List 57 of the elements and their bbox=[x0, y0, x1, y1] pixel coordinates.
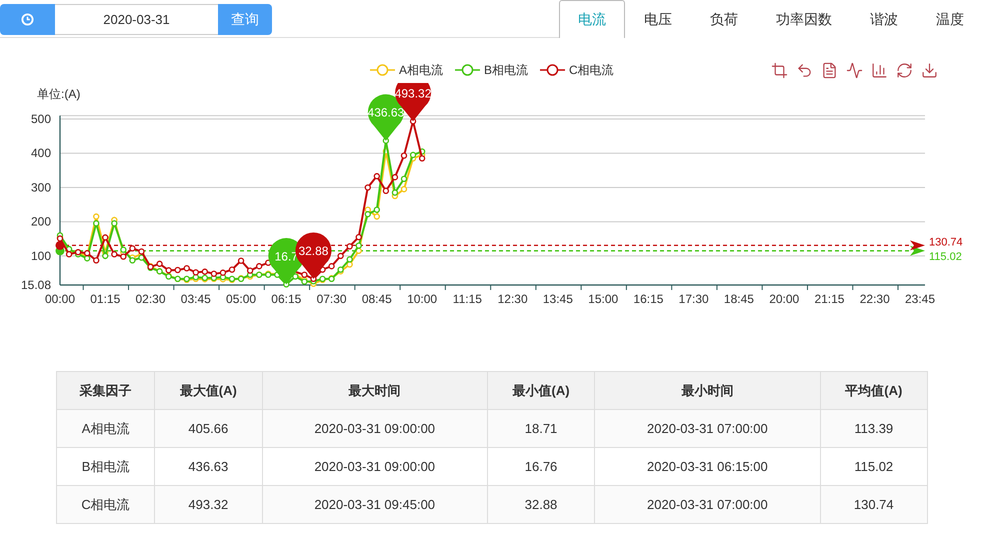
y-axis-label: 400 bbox=[30, 146, 51, 160]
x-axis-label: 18:45 bbox=[724, 292, 754, 306]
y-axis-label: 300 bbox=[30, 180, 51, 194]
x-axis-label: 20:00 bbox=[769, 292, 800, 306]
x-axis-label: 16:15 bbox=[633, 292, 664, 306]
x-axis-label: 08:45 bbox=[362, 292, 392, 306]
x-axis-label: 11:15 bbox=[452, 292, 482, 306]
table-cell: 32.88 bbox=[487, 486, 595, 524]
table-cell: 436.63 bbox=[154, 448, 262, 486]
table-cell: B相电流 bbox=[56, 448, 155, 486]
column-header: 最小值(A) bbox=[487, 372, 595, 410]
average-value-label: 115.02 bbox=[929, 250, 962, 263]
x-axis-label: 12:30 bbox=[498, 292, 528, 306]
x-axis-label: 05:00 bbox=[226, 292, 256, 306]
x-axis-label: 02:30 bbox=[136, 292, 166, 306]
x-axis-label: 17:30 bbox=[678, 292, 709, 306]
column-header: 最大时间 bbox=[262, 372, 488, 410]
column-header: 平均值(A) bbox=[820, 372, 928, 410]
table-cell: 2020-03-31 06:15:00 bbox=[594, 448, 820, 486]
x-axis-label: 13:45 bbox=[542, 292, 573, 306]
column-header: 最大值(A) bbox=[154, 372, 262, 410]
table-cell: 113.39 bbox=[820, 410, 928, 448]
table-cell: 18.71 bbox=[487, 410, 595, 448]
table-cell: 2020-03-31 09:00:00 bbox=[262, 410, 488, 448]
table-cell: 2020-03-31 09:45:00 bbox=[262, 486, 488, 524]
y-axis-label: 200 bbox=[30, 214, 51, 229]
table-cell: 16.76 bbox=[487, 448, 595, 486]
table-cell: 2020-03-31 09:00:00 bbox=[262, 448, 488, 486]
table-cell: 2020-03-31 07:00:00 bbox=[594, 486, 820, 524]
pin-value-label: 493.32 bbox=[394, 86, 432, 100]
table-cell: 405.66 bbox=[154, 410, 262, 448]
x-axis-label: 22:30 bbox=[860, 292, 890, 306]
pin-value-label: 436.63 bbox=[368, 106, 404, 120]
axis-unit-label: 单位:(A) bbox=[37, 87, 80, 101]
x-axis-label: 23:45 bbox=[904, 292, 936, 306]
x-axis-label: 07:30 bbox=[316, 292, 347, 306]
x-axis-label: 03:45 bbox=[180, 292, 211, 306]
table-cell: A相电流 bbox=[56, 410, 155, 448]
y-axis-label: 100 bbox=[30, 248, 51, 263]
x-axis-label: 00:00 bbox=[44, 292, 76, 306]
y-axis-label: 500 bbox=[30, 112, 51, 126]
table-cell: 130.74 bbox=[820, 486, 928, 524]
column-header: 采集因子 bbox=[56, 372, 155, 410]
x-axis-label: 21:15 bbox=[814, 292, 844, 306]
table-cell: C相电流 bbox=[56, 486, 155, 524]
x-axis-label: 06:15 bbox=[271, 292, 302, 306]
pin-value-label: 16.7 bbox=[274, 249, 298, 264]
x-axis-label: 15:00 bbox=[588, 292, 618, 306]
average-value-label: 130.74 bbox=[929, 236, 963, 248]
table-cell: 115.02 bbox=[820, 448, 928, 486]
column-header: 最小时间 bbox=[594, 372, 820, 410]
table-cell: 493.32 bbox=[154, 486, 262, 524]
x-axis-label: 10:00 bbox=[407, 292, 438, 306]
pin-value-label: 32.88 bbox=[298, 244, 328, 258]
table-cell: 2020-03-31 07:00:00 bbox=[594, 410, 820, 448]
y-axis-label: 15.08 bbox=[20, 278, 51, 292]
x-axis-label: 01:15 bbox=[90, 292, 120, 306]
